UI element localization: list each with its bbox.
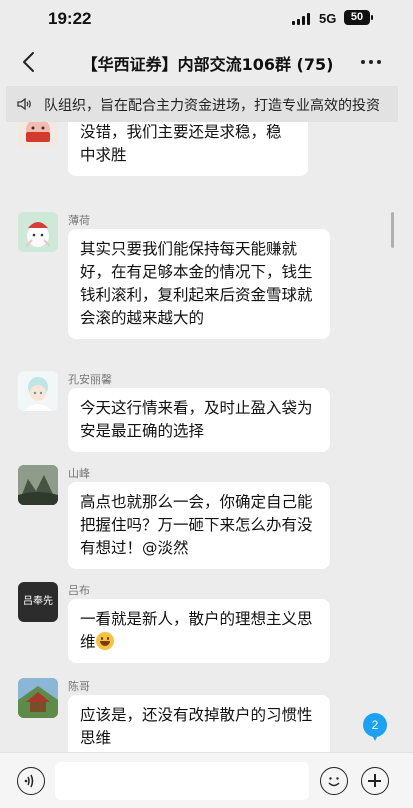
signal-icon (292, 13, 312, 25)
avatar[interactable] (18, 465, 58, 505)
voice-icon (24, 774, 34, 788)
sender-name: 山峰 (68, 467, 90, 480)
more-button[interactable] (357, 50, 385, 74)
unread-badge[interactable]: 2 (363, 713, 387, 741)
sender-name: 陈哥 (68, 680, 90, 693)
group-notice[interactable]: 队组织，旨在配合主力资金进场，打造专业高效的投资 (6, 86, 398, 122)
back-button[interactable] (18, 50, 42, 74)
status-time: 19:22 (48, 9, 92, 28)
sender-name: 薄荷 (68, 214, 90, 227)
message-bubble[interactable]: 没错，我们主要还是求稳，稳中求胜 (68, 122, 308, 176)
chat-title: 【华西证券】内部交流106群 (75) (81, 55, 334, 74)
chevron-left-icon (23, 52, 34, 72)
chat-list[interactable]: 没错，我们主要还是求稳，稳中求胜 薄荷 其实只要我们能保持每天能赚就好，在有足够… (0, 122, 413, 752)
avatar[interactable] (18, 678, 58, 718)
message-bubble[interactable]: 高点也就那么一会，你确定自己能把握住吗？万一砸下来怎么办有没有想过！@淡然 (68, 482, 330, 569)
avatar[interactable] (18, 122, 58, 148)
avatar[interactable] (18, 371, 58, 411)
sender-name: 孔安丽馨 (68, 373, 112, 386)
voice-button[interactable] (17, 767, 45, 795)
message-bubble[interactable]: 一看就是新人，散户的理想主义思维 (68, 599, 330, 663)
message-bubble[interactable]: 应该是，还没有改掉散户的习惯性思维 (68, 695, 330, 752)
avatar[interactable] (18, 212, 58, 252)
plus-button[interactable] (361, 767, 389, 795)
grin-emoji-icon (95, 632, 114, 650)
smiley-icon (328, 777, 340, 787)
message-bubble[interactable]: 其实只要我们能保持每天能赚就好，在有足够本金的情况下，钱生钱利滚利，复利起来后资… (68, 229, 330, 339)
sender-name: 吕布 (68, 584, 90, 597)
message-text: 一看就是新人，散户的理想主义思维 (80, 610, 313, 651)
speaker-icon (17, 97, 31, 111)
more-dots-icon (361, 60, 381, 64)
avatar[interactable]: 吕奉先 (18, 582, 58, 622)
battery-icon: 50 (344, 10, 373, 25)
message-input[interactable] (55, 762, 309, 800)
scroll-indicator[interactable] (391, 212, 394, 248)
network-type: 5G (319, 11, 337, 26)
input-bar (0, 752, 413, 808)
message-bubble[interactable]: 今天这行情来看，及时止盈入袋为安是最正确的选择 (68, 388, 330, 452)
status-bar: 19:22 5G 50 (0, 0, 413, 40)
emoji-button[interactable] (320, 767, 348, 795)
nav-bar: 【华西证券】内部交流106群 (75) (0, 40, 413, 84)
avatar-text: 吕奉先 (23, 596, 53, 607)
notice-text: 队组织，旨在配合主力资金进场，打造专业高效的投资 (44, 98, 380, 114)
